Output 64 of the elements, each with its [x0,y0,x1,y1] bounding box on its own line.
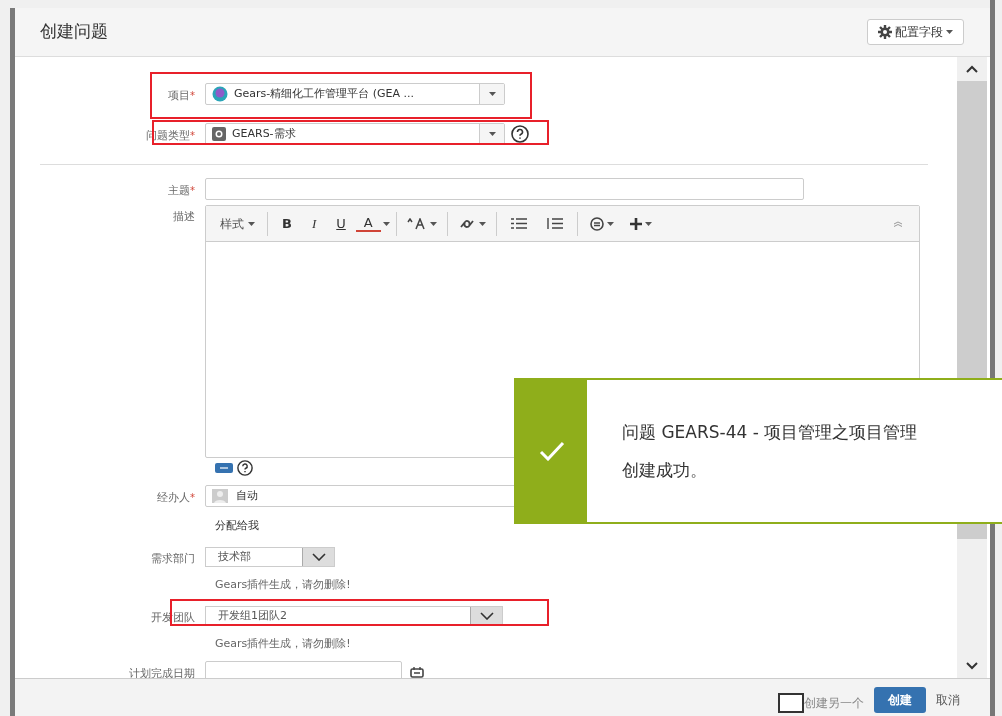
required-mark: * [190,491,195,503]
font-size-icon [406,217,427,230]
bold-button[interactable]: B [272,213,302,234]
wiki-markup-icon [215,463,233,473]
select-value: GEARS-需求 [232,125,296,142]
caret-icon [382,221,390,226]
field-label: 描述 [173,210,195,223]
caret-icon [488,92,496,96]
chevron-down-icon [479,612,494,620]
dropdown-value: 技术部 [217,548,252,565]
toast-message: 创建成功。 [622,458,708,482]
caret-icon [429,221,437,226]
text-color-button[interactable]: A [355,215,381,232]
link-icon [457,217,476,230]
field-label: 计划完成日期 [129,666,195,680]
required-mark: * [190,184,195,196]
chevron-down-icon [311,553,326,561]
scroll-up-icon[interactable] [966,65,978,73]
dropdown-field[interactable]: 开发组1团队2 [205,606,503,626]
numbered-list-icon [546,218,563,229]
dialog-title: 创建问题 [40,20,108,44]
issue-type-icon [212,127,226,141]
field-hint: Gears插件生成，请勿删除! [215,637,351,650]
configure-fields-button[interactable]: 配置字段 [867,19,964,45]
field-label: 经办人 [157,490,190,504]
dropdown-field[interactable]: 技术部 [205,547,335,567]
checkbox[interactable] [778,693,804,713]
calendar-icon[interactable] [410,666,424,678]
project-avatar-icon [212,86,228,102]
checkbox-label: 创建另一个 [804,695,864,712]
required-mark: * [190,129,195,141]
italic-button[interactable]: I [301,213,327,234]
assign-to-me-link[interactable]: 分配给我 [215,519,259,532]
summary-field[interactable] [205,178,804,200]
collapse-icon [893,220,903,227]
field-hint: Gears插件生成，请勿删除! [215,578,351,591]
cancel-link[interactable]: 取消 [936,687,960,713]
help-icon[interactable] [511,125,529,143]
checkmark-icon [538,441,565,461]
field-label: 需求部门 [151,551,195,565]
plus-icon [629,217,642,230]
caret-icon [248,221,255,226]
select-field[interactable]: GEARS-需求 [205,123,505,145]
style-menu-button[interactable]: 样式 [212,214,263,233]
field-label: 主题 [168,183,190,197]
caret-icon [488,132,496,136]
required-mark: * [190,89,195,101]
caret-icon [644,221,652,226]
assignee-value: 自动 [236,487,258,504]
field-label: 项目 [168,88,190,102]
user-avatar-icon [212,489,228,503]
caret-icon [478,221,486,226]
dropdown-value: 开发组1团队2 [217,607,288,624]
select-field[interactable]: Gears-精细化工作管理平台 (GEA ... [205,83,505,105]
select-value: Gears-精细化工作管理平台 (GEA ... [234,85,415,102]
bullet-list-icon [510,218,527,229]
caret-icon [606,221,614,226]
settings-icon [878,25,892,39]
help-icon[interactable] [236,460,254,476]
caret-icon [946,30,953,34]
toast-message: 问题 GEARS-44 - 项目管理之项目管理 [622,421,918,444]
scroll-down-icon[interactable] [966,662,978,670]
create-button[interactable]: 创建 [874,687,926,713]
underline-button[interactable]: U [326,213,356,234]
